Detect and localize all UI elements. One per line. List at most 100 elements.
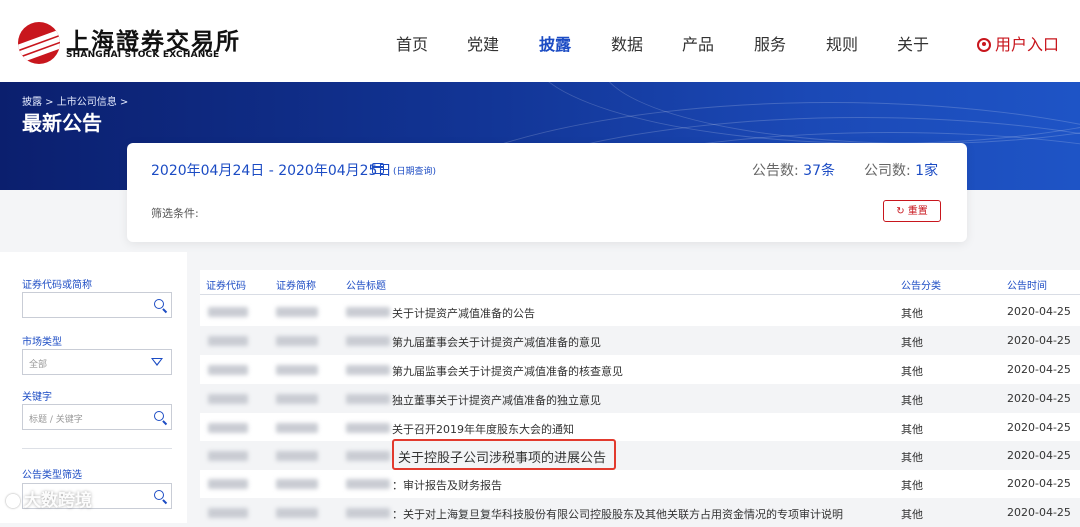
column-header-category[interactable]: 公告分类 xyxy=(901,277,941,292)
market-type-label: 市场类型 xyxy=(22,337,62,348)
table-row[interactable]: 关于召开2019年年度股东大会的通知 其他 2020-04-25 xyxy=(200,413,1080,442)
user-entry-label: 用户入口 xyxy=(995,35,1060,54)
nav-party[interactable]: 党建 xyxy=(467,31,499,55)
redacted-code xyxy=(208,479,248,489)
redacted-name xyxy=(276,365,318,375)
redacted-code xyxy=(208,307,248,317)
redacted-title-prefix xyxy=(346,336,390,346)
redacted-name xyxy=(276,394,318,404)
code-search-input[interactable] xyxy=(22,292,172,318)
redacted-name xyxy=(276,423,318,433)
reset-button[interactable]: ↻ 重置 xyxy=(883,200,941,222)
reset-label: 重置 xyxy=(907,206,928,217)
nav-rules[interactable]: 规则 xyxy=(826,31,858,55)
date-range: 2020年04月24日 - 2020年04月25日 xyxy=(151,163,392,179)
nav-about[interactable]: 关于 xyxy=(897,31,929,55)
redacted-title-prefix xyxy=(346,451,390,461)
announcement-count-value: 37条 xyxy=(803,163,835,179)
announcement-title-link[interactable]: 独立董事关于计提资产减值准备的独立意见 xyxy=(392,392,601,408)
summary-card: 2020年04月24日 - 2020年04月25日 (日期查询) 公告数: 37… xyxy=(127,143,967,242)
category-cell: 其他 xyxy=(901,479,923,492)
keyword-placeholder: 标题 / 关键字 xyxy=(29,415,83,425)
table-row[interactable]: 第九届董事会关于计提资产减值准备的意见 其他 2020-04-25 xyxy=(200,326,1080,355)
page-title: 最新公告 xyxy=(22,111,102,135)
redacted-code xyxy=(208,423,248,433)
calendar-icon[interactable] xyxy=(372,163,384,174)
date-query-link[interactable]: (日期查询) xyxy=(393,164,436,177)
announcement-title-link[interactable]: ：关于对上海复旦复华科技股份有限公司控股股东及其他关联方占用资金情况的专项审计说… xyxy=(392,506,843,522)
search-icon[interactable] xyxy=(154,490,164,500)
redacted-code xyxy=(208,451,248,461)
date-cell: 2020-04-25 xyxy=(1007,334,1071,347)
announcement-title-link[interactable]: ：审计报告及财务报告 xyxy=(392,477,502,493)
column-header-title[interactable]: 公告标题 xyxy=(346,277,386,292)
nav-disclosure[interactable]: 披露 xyxy=(539,31,571,55)
redacted-code xyxy=(208,365,248,375)
company-count-value: 1家 xyxy=(915,163,939,179)
site-header: 上海證券交易所 SHANGHAI STOCK EXCHANGE 首页 党建 披露… xyxy=(0,0,1080,82)
category-cell: 其他 xyxy=(901,365,923,378)
keyword-input[interactable]: 标题 / 关键字 xyxy=(22,404,172,430)
redacted-name xyxy=(276,508,318,518)
table-row[interactable]: 关于控股子公司涉税事项的进展公告 其他 2020-04-25 xyxy=(200,441,1080,470)
redacted-title-prefix xyxy=(346,479,390,489)
highlight-box xyxy=(392,439,616,470)
table-row[interactable]: ：审计报告及财务报告 其他 2020-04-25 xyxy=(200,469,1080,498)
announcement-count: 公告数: 37条 xyxy=(752,160,835,180)
nav-data[interactable]: 数据 xyxy=(611,31,643,55)
search-icon[interactable] xyxy=(154,411,164,421)
table-row[interactable]: 第九届监事会关于计提资产减值准备的核查意见 其他 2020-04-25 xyxy=(200,355,1080,384)
redacted-name xyxy=(276,479,318,489)
announcement-title-link[interactable]: 关于召开2019年年度股东大会的通知 xyxy=(392,421,574,437)
announcement-title-link[interactable]: 第九届董事会关于计提资产减值准备的意见 xyxy=(392,334,601,350)
date-cell: 2020-04-25 xyxy=(1007,392,1071,405)
market-type-value: 全部 xyxy=(29,360,48,370)
category-cell: 其他 xyxy=(901,307,923,320)
date-cell: 2020-04-25 xyxy=(1007,363,1071,376)
user-entry-link[interactable]: 用户入口 xyxy=(977,31,1059,55)
redacted-title-prefix xyxy=(346,508,390,518)
column-header-time[interactable]: 公告时间 xyxy=(1007,277,1047,292)
category-cell: 其他 xyxy=(901,508,923,521)
main-nav: 首页 党建 披露 数据 产品 服务 规则 关于 xyxy=(0,31,1080,55)
code-filter-label: 证券代码或简称 xyxy=(22,280,92,291)
search-icon[interactable] xyxy=(154,299,164,309)
category-cell: 其他 xyxy=(901,394,923,407)
redacted-title-prefix xyxy=(346,423,390,433)
dropdown-arrow-icon xyxy=(151,358,163,366)
keyword-label: 关键字 xyxy=(22,392,52,403)
panel-divider xyxy=(22,448,172,449)
category-cell: 其他 xyxy=(901,423,923,436)
watermark: 大数跨境 xyxy=(6,486,92,511)
table-row[interactable]: 关于计提资产减值准备的公告 其他 2020-04-25 xyxy=(200,297,1080,326)
redacted-code xyxy=(208,508,248,518)
category-cell: 其他 xyxy=(901,451,923,464)
announcement-title-link[interactable]: 关于计提资产减值准备的公告 xyxy=(392,305,535,321)
date-cell: 2020-04-25 xyxy=(1007,305,1071,318)
redacted-title-prefix xyxy=(346,394,390,404)
date-cell: 2020-04-25 xyxy=(1007,506,1071,519)
column-header-code[interactable]: 证券代码 xyxy=(206,277,246,292)
redacted-code xyxy=(208,394,248,404)
company-count: 公司数: 1家 xyxy=(864,160,938,180)
redacted-code xyxy=(208,336,248,346)
market-type-select[interactable]: 全部 xyxy=(22,349,172,375)
breadcrumb[interactable]: 披露 > 上市公司信息 > xyxy=(22,93,128,108)
nav-products[interactable]: 产品 xyxy=(682,31,714,55)
category-cell: 其他 xyxy=(901,336,923,349)
user-icon xyxy=(977,38,991,52)
nav-services[interactable]: 服务 xyxy=(754,31,786,55)
announcement-title-link[interactable]: 第九届监事会关于计提资产减值准备的核查意见 xyxy=(392,363,623,379)
company-count-label: 公司数: xyxy=(864,163,911,179)
redacted-name xyxy=(276,451,318,461)
announcement-count-label: 公告数: xyxy=(752,163,799,179)
redacted-title-prefix xyxy=(346,365,390,375)
date-cell: 2020-04-25 xyxy=(1007,421,1071,434)
redacted-name xyxy=(276,307,318,317)
filter-conditions-label: 筛选条件: xyxy=(151,207,199,220)
table-row[interactable]: 独立董事关于计提资产减值准备的独立意见 其他 2020-04-25 xyxy=(200,384,1080,413)
column-header-name[interactable]: 证券简称 xyxy=(276,277,316,292)
nav-home[interactable]: 首页 xyxy=(396,31,428,55)
announcement-type-label: 公告类型筛选 xyxy=(22,470,82,481)
header-divider xyxy=(200,294,1080,295)
